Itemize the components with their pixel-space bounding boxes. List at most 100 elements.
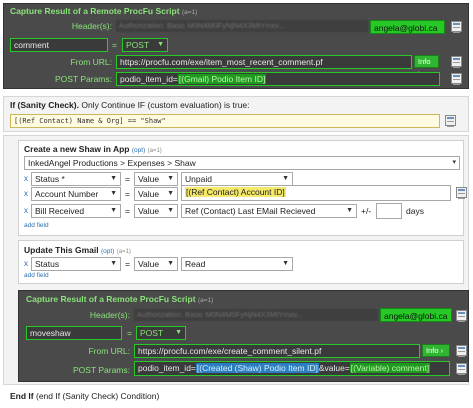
- params-input[interactable]: podio_item_id=[(Created (Shaw) Podio Ite…: [134, 361, 450, 376]
- create-title: Create a new Shaw in App: [24, 144, 130, 154]
- chevron-down-icon: ▼: [110, 260, 117, 267]
- chevron-down-icon: ▼: [175, 329, 182, 336]
- table-icon[interactable]: [456, 345, 467, 357]
- table-icon[interactable]: [456, 310, 467, 322]
- params-mid: &value=: [318, 363, 350, 373]
- remove-row-icon[interactable]: x: [24, 174, 28, 183]
- add-field-link[interactable]: add field: [24, 222, 49, 229]
- chevron-down-icon: ▼: [110, 175, 117, 182]
- count-label: (a=1): [197, 297, 214, 304]
- create-heading: Create a new Shaw in App (opt) (a=1): [24, 144, 162, 154]
- operator-select[interactable]: Value ▼: [134, 172, 178, 186]
- table-icon[interactable]: [456, 187, 467, 199]
- update-title: Update This Gmail: [24, 245, 99, 255]
- info-button[interactable]: Info ›: [414, 55, 439, 77]
- capture-title-text: Capture Result of a Remote ProcFu Script: [10, 6, 180, 16]
- days-label: days: [406, 206, 424, 216]
- equals-label: =: [125, 259, 130, 269]
- headers-label: Header(s):: [71, 21, 112, 31]
- params-token: [(Gmail) Podio Item ID]: [177, 74, 267, 84]
- field-name: Status *: [35, 174, 65, 184]
- operator-select[interactable]: Value ▼: [134, 257, 178, 271]
- chevron-down-icon: ▾: [452, 159, 456, 166]
- chevron-down-icon: ▼: [110, 190, 117, 197]
- app-path: InkedAngel Productions > Expenses > Shaw: [28, 158, 196, 168]
- field-select[interactable]: Status ▼: [31, 257, 121, 271]
- method-select[interactable]: POST ▼: [136, 326, 186, 340]
- params-label: POST Params:: [55, 74, 112, 84]
- params-prefix: podio_item_id=: [120, 74, 178, 84]
- equals-label: =: [125, 206, 130, 216]
- value-input[interactable]: [(Ref Contact) Account ID]: [181, 185, 451, 201]
- operator-value: Value: [138, 189, 160, 199]
- add-field-link[interactable]: add field: [24, 272, 49, 279]
- opt-link[interactable]: (opt): [132, 147, 145, 154]
- if-subtitle: Only Continue IF (custom evaluation) is …: [81, 100, 250, 110]
- params-token: [(Created (Shaw) Podio Item ID]: [195, 363, 319, 373]
- equals-label: =: [125, 189, 130, 199]
- remove-row-icon[interactable]: x: [24, 189, 28, 198]
- operator-value: Value: [138, 206, 160, 216]
- chevron-down-icon: ▼: [167, 260, 174, 267]
- chevron-down-icon: ▼: [167, 190, 174, 197]
- app-select[interactable]: InkedAngel Productions > Expenses > Shaw…: [24, 156, 460, 170]
- field-select[interactable]: Account Number ▼: [31, 187, 121, 201]
- table-icon[interactable]: [451, 56, 462, 68]
- operator-select[interactable]: Value ▼: [134, 187, 178, 201]
- value-token: [(Ref Contact) Account ID]: [185, 187, 286, 197]
- headers-input[interactable]: Authorization: Basic M0N4M0FyNjN4X3MtYmx…: [116, 20, 368, 32]
- field-select[interactable]: Status * ▼: [31, 172, 121, 186]
- update-heading: Update This Gmail (opt) (a=1): [24, 245, 131, 255]
- offset-label: +/-: [361, 206, 372, 216]
- headers-label: Header(s):: [89, 310, 130, 320]
- url-input[interactable]: https://procfu.com/exe/item_most_recent_…: [116, 55, 412, 69]
- headers-user-chip[interactable]: angela@globi.ca: [370, 20, 445, 34]
- operator-select[interactable]: Value ▼: [134, 204, 178, 218]
- operator-value: Value: [138, 259, 160, 269]
- info-button[interactable]: Info ›: [422, 344, 450, 357]
- chevron-down-icon: ▼: [346, 207, 353, 214]
- method-value: POST: [126, 40, 150, 50]
- chevron-down-icon: ▼: [167, 175, 174, 182]
- headers-user-chip[interactable]: angela@globi.ca: [380, 308, 452, 322]
- url-input[interactable]: https://procfu.com/exe/create_comment_si…: [134, 344, 420, 358]
- opt-link[interactable]: (opt): [101, 248, 114, 255]
- table-icon[interactable]: [445, 115, 456, 127]
- params-label: POST Params:: [73, 365, 130, 375]
- days-offset-input[interactable]: [376, 203, 402, 219]
- variable-name-input[interactable]: moveshaw: [26, 326, 122, 340]
- field-select[interactable]: Bill Received ▼: [31, 204, 121, 218]
- remove-row-icon[interactable]: x: [24, 206, 28, 215]
- count-label: (a=1): [181, 9, 198, 16]
- operator-value: Value: [138, 174, 160, 184]
- chevron-down-icon: ▼: [157, 41, 164, 48]
- params-input[interactable]: podio_item_id=[(Gmail) Podio Item ID]: [116, 72, 440, 86]
- count-label: (a=1): [116, 249, 131, 255]
- url-label: From URL:: [88, 346, 130, 356]
- params-prefix: podio_item_id=: [138, 363, 196, 373]
- condition-input[interactable]: [(Ref Contact) Name & Org] == "Shaw": [10, 114, 440, 128]
- table-icon[interactable]: [456, 363, 467, 375]
- url-label: From URL:: [70, 57, 112, 67]
- chevron-down-icon: ▼: [167, 207, 174, 214]
- capture-title-text: Capture Result of a Remote ProcFu Script: [26, 294, 196, 304]
- end-if-row: End If (end If (Sanity Check) Condition): [10, 391, 159, 401]
- method-select[interactable]: POST ▼: [122, 38, 168, 52]
- table-icon[interactable]: [451, 73, 462, 85]
- variable-name-input[interactable]: comment: [10, 38, 108, 52]
- params-token-2: [(Variable) comment]: [349, 363, 431, 373]
- remove-row-icon[interactable]: x: [24, 259, 28, 268]
- equals-label: =: [112, 40, 117, 50]
- table-icon[interactable]: [451, 21, 462, 33]
- field-name: Status: [35, 259, 60, 269]
- value-select[interactable]: Unpaid ▼: [181, 172, 293, 186]
- value-text: Unpaid: [185, 174, 212, 184]
- field-name: Account Number: [35, 189, 99, 199]
- value-select[interactable]: Read ▼: [181, 257, 293, 271]
- value-select[interactable]: Ref (Contact) Last EMail Recieved ▼: [181, 204, 357, 218]
- equals-label: =: [127, 328, 132, 338]
- info-label: Info: [418, 57, 431, 66]
- headers-input[interactable]: Authorization: Basic M0N4M0FyNjN4X3MtYmx…: [134, 309, 378, 321]
- if-heading: If (Sanity Check). Only Continue IF (cus…: [10, 100, 250, 110]
- capture-title-2: Capture Result of a Remote ProcFu Script…: [26, 294, 213, 304]
